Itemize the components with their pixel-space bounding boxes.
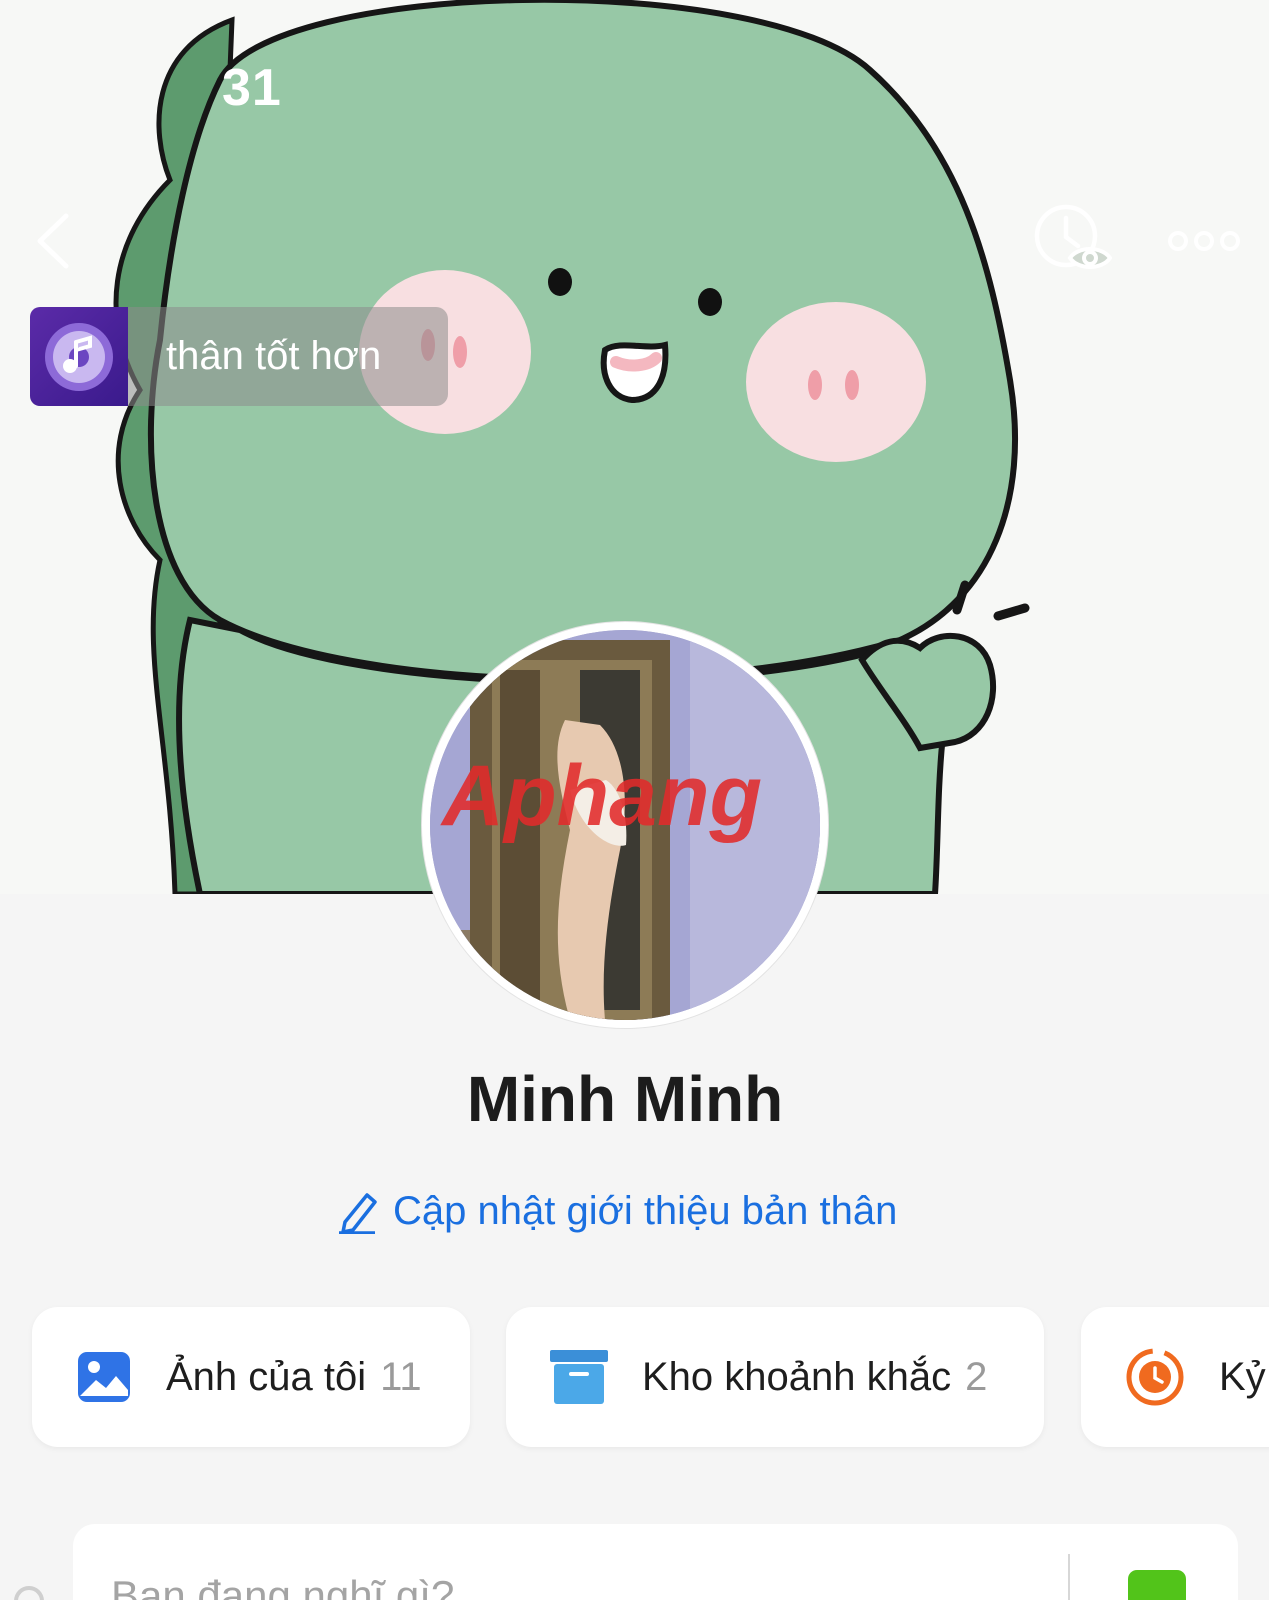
back-button[interactable] <box>28 210 78 272</box>
music-title-box: thân tốt hơn <box>128 307 448 406</box>
more-options-button[interactable] <box>1166 226 1242 256</box>
profile-avatar[interactable]: Aphang <box>422 622 828 1028</box>
profile-music-chip[interactable]: thân tốt hơn <box>30 307 448 406</box>
status-bar-time: 31 <box>222 59 282 117</box>
avatar-photo: Aphang <box>430 630 820 1020</box>
composer-divider <box>1068 1554 1070 1600</box>
memory-clock-icon <box>1126 1348 1184 1406</box>
archive-box-icon <box>550 1350 608 1404</box>
music-icon-box <box>30 307 128 406</box>
moments-archive-card[interactable]: Kho khoảnh khắc 2 <box>506 1307 1044 1447</box>
avatar-watermark: Aphang <box>440 748 762 844</box>
clock-eye-icon <box>1034 204 1113 269</box>
profile-visitors-button[interactable] <box>1034 204 1113 280</box>
image-icon <box>78 1352 130 1402</box>
my-photos-label: Ảnh của tôi <box>166 1354 367 1399</box>
photo-icon[interactable] <box>1128 1570 1186 1600</box>
update-bio-button[interactable]: Cập nhật giới thiệu bản thân <box>337 1183 897 1239</box>
moments-archive-count: 2 <box>965 1354 988 1399</box>
moments-archive-label: Kho khoảnh khắc <box>642 1354 952 1399</box>
pencil-icon <box>339 1193 377 1234</box>
chevron-left-icon <box>37 213 69 269</box>
my-photos-count: 11 <box>380 1354 422 1399</box>
my-photos-card[interactable]: Ảnh của tôi 11 <box>32 1307 470 1447</box>
post-composer[interactable]: Bạn đang nghĩ gì? <box>73 1524 1238 1600</box>
composer-input[interactable]: Bạn đang nghĩ gì? <box>111 1572 454 1600</box>
side-indicator <box>14 1586 44 1600</box>
memories-card[interactable]: Kỷ <box>1081 1307 1269 1447</box>
more-dots-icon <box>1168 231 1240 251</box>
profile-name: Minh Minh <box>466 1063 784 1135</box>
music-song-title: thân tốt hơn <box>166 334 382 378</box>
update-bio-label: Cập nhật giới thiệu bản thân <box>393 1188 898 1233</box>
music-disc-icon <box>45 322 113 391</box>
memories-label: Kỷ <box>1219 1354 1266 1399</box>
